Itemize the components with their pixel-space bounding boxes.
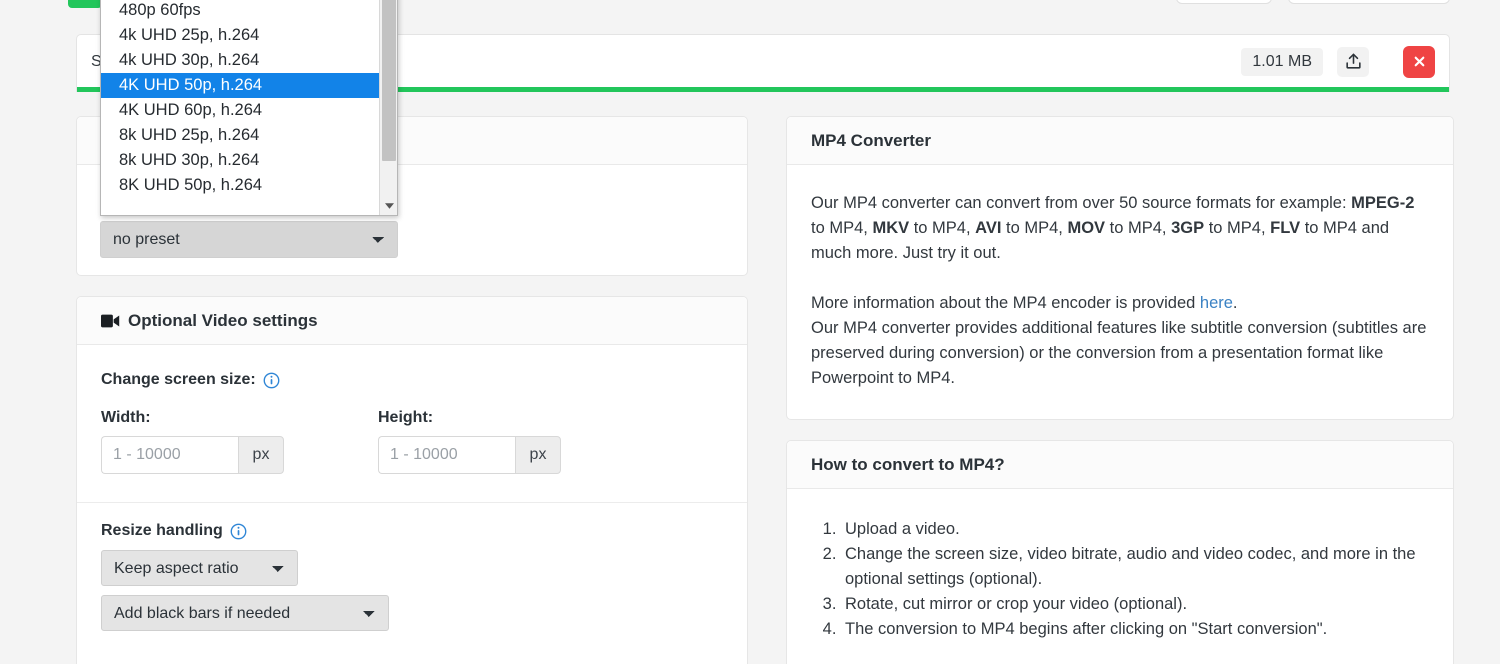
- video-settings-divider: [77, 502, 747, 503]
- info-icon[interactable]: [263, 372, 280, 389]
- dropdown-scrollbar[interactable]: [379, 0, 397, 215]
- how-to-convert-card: How to convert to MP4? Upload a video. C…: [786, 440, 1454, 664]
- height-label: Height:: [378, 409, 434, 426]
- width-input[interactable]: [101, 436, 238, 474]
- width-group: Width: px: [101, 409, 284, 474]
- dropdown-option[interactable]: 8k UHD 25p, h.264: [101, 123, 379, 148]
- list-item: The conversion to MP4 begins after click…: [841, 617, 1429, 642]
- info-icon[interactable]: [230, 523, 247, 540]
- top-toolbar-stub-left: [1176, 0, 1272, 4]
- about-paragraph-1: Our MP4 converter can convert from over …: [811, 194, 1415, 262]
- dropdown-option[interactable]: 4K UHD 60p, h.264: [101, 98, 379, 123]
- width-field: px: [101, 436, 284, 474]
- resize-handling-section: Resize handling Keep aspect ratio Add bl…: [77, 500, 747, 631]
- black-bars-select[interactable]: Add black bars if needed: [101, 595, 389, 631]
- resize-handling-label: Resize handling: [101, 522, 223, 539]
- resize-handling-select[interactable]: Keep aspect ratio: [101, 550, 298, 586]
- video-preset-dropdown[interactable]: 480p 50fps 480p 60fps 4k UHD 25p, h.264 …: [100, 0, 398, 216]
- list-item: Change the screen size, video bitrate, a…: [841, 542, 1429, 592]
- format-avi: AVI: [975, 219, 1002, 237]
- top-toolbar-stub-right: [1288, 0, 1450, 4]
- dropdown-option[interactable]: 4k UHD 25p, h.264: [101, 23, 379, 48]
- mp4-converter-info-card: MP4 Converter Our MP4 converter can conv…: [786, 116, 1454, 420]
- video-settings-body: Change screen size: Width: px: [77, 345, 747, 500]
- dropdown-option[interactable]: 8k UHD 30p, h.264: [101, 148, 379, 173]
- height-field: px: [378, 436, 561, 474]
- list-item: Upload a video.: [841, 517, 1429, 542]
- about-p2-pre: More information about the MP4 encoder i…: [811, 294, 1200, 312]
- height-input[interactable]: [378, 436, 515, 474]
- height-unit: px: [515, 436, 561, 474]
- file-size: 1.01 MB: [1241, 47, 1323, 76]
- dropdown-option[interactable]: 4k UHD 30p, h.264: [101, 48, 379, 73]
- list-item: Rotate, cut mirror or crop your video (o…: [841, 592, 1429, 617]
- upload-icon[interactable]: [1337, 46, 1369, 77]
- chevron-down-icon[interactable]: [380, 197, 397, 215]
- dropdown-option[interactable]: 480p 60fps: [101, 0, 379, 23]
- change-screen-size-label: Change screen size:: [101, 371, 256, 388]
- encoder-info-link[interactable]: here: [1200, 294, 1233, 312]
- format-3gp: 3GP: [1171, 219, 1205, 237]
- dropdown-option-list: 480p 50fps 480p 60fps 4k UHD 25p, h.264 …: [101, 0, 379, 198]
- preset-select[interactable]: no preset: [100, 221, 398, 258]
- video-camera-icon: [101, 314, 120, 328]
- mp4-converter-body: Our MP4 converter can convert from over …: [787, 165, 1453, 417]
- optional-video-settings-title: Optional Video settings: [128, 310, 318, 330]
- about-p2-line2: Our MP4 converter provides additional fe…: [811, 319, 1427, 387]
- format-mpeg2: MPEG-2: [1351, 194, 1415, 212]
- resize-handling-label-row: Resize handling: [101, 522, 723, 540]
- how-to-steps-list: Upload a video. Change the screen size, …: [811, 517, 1429, 642]
- how-to-convert-body: Upload a video. Change the screen size, …: [787, 489, 1453, 664]
- height-group: Height: px: [378, 409, 561, 474]
- dropdown-scrollbar-thumb[interactable]: [382, 0, 396, 161]
- about-paragraph-2: More information about the MP4 encoder i…: [811, 291, 1429, 391]
- optional-video-settings-header: Optional Video settings: [77, 297, 747, 345]
- format-flv: FLV: [1270, 219, 1301, 237]
- dropdown-option-selected[interactable]: 4K UHD 50p, h.264: [101, 73, 379, 98]
- remove-file-button[interactable]: [1403, 45, 1435, 78]
- format-mkv: MKV: [872, 219, 910, 237]
- start-conversion-button-stub[interactable]: [68, 0, 102, 8]
- optional-video-settings-card: Optional Video settings Change screen si…: [76, 296, 748, 664]
- format-mov: MOV: [1067, 219, 1106, 237]
- how-to-convert-header: How to convert to MP4?: [787, 441, 1453, 489]
- width-label: Width:: [101, 409, 151, 426]
- mp4-converter-header: MP4 Converter: [787, 117, 1453, 165]
- dropdown-option[interactable]: 8K UHD 50p, h.264: [101, 173, 379, 198]
- about-p1-lead: Our MP4 converter can convert from over …: [811, 194, 1352, 212]
- change-screen-size-label-row: Change screen size:: [101, 371, 723, 389]
- dimensions-row: Width: px Height: px: [101, 409, 723, 474]
- width-unit: px: [238, 436, 284, 474]
- about-p2-post: .: [1232, 294, 1238, 312]
- file-row-actions: 1.01 MB: [1241, 45, 1449, 78]
